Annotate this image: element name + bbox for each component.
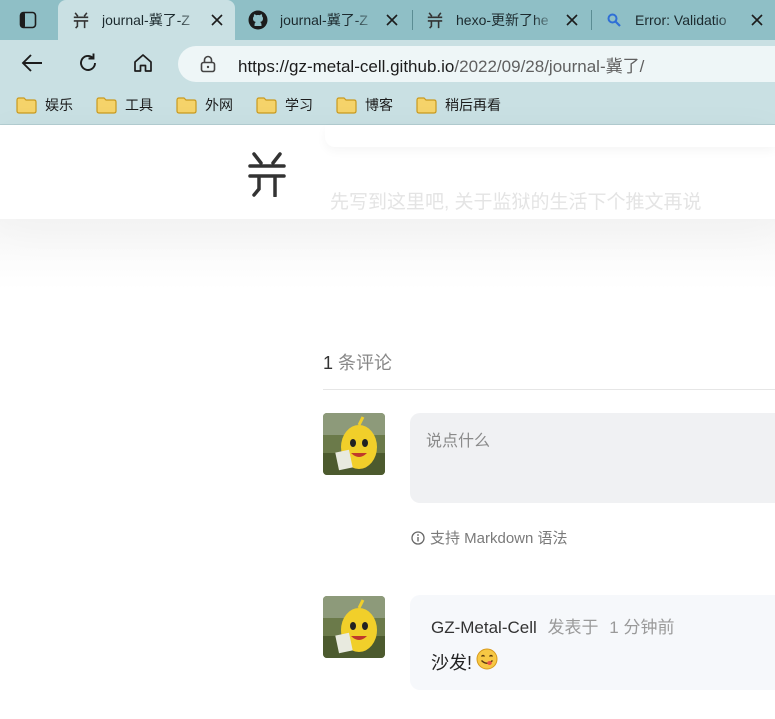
page-content: 先写到这里吧, 关于监狱的生活下个推文再说 1 条评论 说点什么 支持 Mark… (0, 125, 775, 719)
bookmarks-bar: 娱乐 工具 外网 学习 博客 稍后再看 (0, 86, 775, 125)
tab-github[interactable]: journal-冀了-Z (238, 0, 410, 40)
tab-title: journal-冀了-Z (280, 12, 368, 28)
site-logo-icon[interactable] (246, 151, 288, 202)
comment-item: GZ-Metal-Cell 发表于 1 分钟前 沙发! (410, 595, 775, 690)
tab-error[interactable]: Error: Validatio (593, 0, 775, 40)
github-icon (248, 10, 268, 30)
bookmark-folder-read-later[interactable]: 稍后再看 (416, 95, 501, 115)
yum-emoji-icon (476, 648, 498, 675)
comment-count-label: 条评论 (338, 353, 393, 373)
close-tab-icon[interactable] (564, 12, 580, 28)
url-host: https://gz-metal-cell.github.io (238, 56, 455, 76)
folder-icon (16, 96, 37, 114)
comment-placeholder: 说点什么 (426, 433, 491, 450)
bookmark-label: 博客 (365, 97, 393, 113)
folder-icon (416, 96, 437, 114)
site-logo-icon (72, 11, 90, 29)
home-icon (134, 54, 152, 72)
avatar (323, 413, 385, 475)
comment-meta: GZ-Metal-Cell 发表于 1 分钟前 (431, 613, 674, 638)
tab-journal-active[interactable]: journal-冀了-Z (58, 0, 235, 40)
tab-separator (591, 10, 592, 30)
comment-count-number: 1 (323, 353, 334, 373)
tab-title: hexo-更新了he (456, 12, 549, 28)
bookmark-folder-blog[interactable]: 博客 (336, 95, 393, 115)
bookmark-label: 学习 (285, 97, 313, 113)
bookmark-folder-external[interactable]: 外网 (176, 95, 233, 115)
info-icon (411, 530, 425, 545)
comment-body: 沙发! (431, 648, 498, 675)
tab-title: journal-冀了-Z (102, 12, 190, 28)
header-shadow (0, 219, 775, 289)
markdown-support-link[interactable]: 支持 Markdown 语法 (411, 527, 568, 548)
search-icon (607, 13, 621, 27)
bookmark-label: 外网 (205, 97, 233, 113)
refresh-button[interactable] (72, 48, 104, 78)
back-button[interactable] (16, 48, 48, 78)
comment-author[interactable]: GZ-Metal-Cell (431, 618, 537, 637)
article-text-behind-header: 先写到这里吧, 关于监狱的生活下个推文再说 (330, 192, 702, 213)
folder-icon (176, 96, 197, 114)
comment-input[interactable]: 说点什么 (410, 413, 775, 503)
home-button[interactable] (127, 48, 159, 78)
lock-icon[interactable] (200, 55, 218, 73)
bookmark-label: 娱乐 (45, 97, 73, 113)
tab-hexo[interactable]: hexo-更新了he (414, 0, 590, 40)
close-tab-icon[interactable] (384, 12, 400, 28)
bookmark-label: 稍后再看 (445, 97, 501, 113)
url-path: /2022/09/28/journal-冀了/ (454, 56, 645, 76)
navigation-bar: https://gz-metal-cell.github.io/2022/09/… (0, 40, 775, 86)
address-bar[interactable]: https://gz-metal-cell.github.io/2022/09/… (178, 46, 775, 82)
tab-title: Error: Validatio (635, 12, 727, 28)
back-arrow-icon (21, 54, 42, 72)
site-logo-icon (426, 11, 444, 29)
folder-icon (96, 96, 117, 114)
markdown-hint-text: 支持 Markdown 语法 (430, 530, 568, 547)
bookmark-label: 工具 (125, 97, 153, 113)
article-card-edge (325, 125, 775, 147)
divider (323, 389, 775, 390)
close-tab-icon[interactable] (209, 12, 225, 28)
bookmark-folder-tools[interactable]: 工具 (96, 95, 153, 115)
tab-actions-icon[interactable] (10, 8, 46, 32)
folder-icon (336, 96, 357, 114)
tab-bar: journal-冀了-Z journal-冀了-Z hexo-更新了he Err… (0, 0, 775, 40)
folder-icon (256, 96, 277, 114)
comment-time: 1 分钟前 (609, 618, 675, 637)
comment-posted-label: 发表于 (547, 618, 599, 637)
bookmark-folder-entertainment[interactable]: 娱乐 (16, 95, 73, 115)
refresh-icon (80, 53, 96, 71)
close-tab-icon[interactable] (749, 12, 765, 28)
comment-text: 沙发! (431, 652, 473, 673)
comment-count: 1 条评论 (323, 349, 392, 375)
tab-separator (412, 10, 413, 30)
url-text[interactable]: https://gz-metal-cell.github.io/2022/09/… (238, 52, 644, 77)
avatar[interactable] (323, 596, 385, 658)
bookmark-folder-study[interactable]: 学习 (256, 95, 313, 115)
